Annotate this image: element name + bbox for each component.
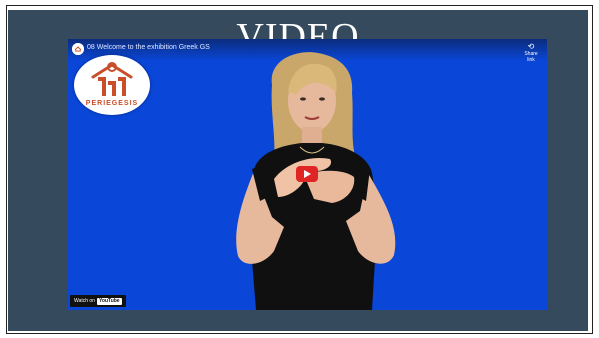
video-slide: VIDEO 08 Welcome to the exhibition Greek… [8, 10, 588, 331]
youtube-embed-player[interactable]: 08 Welcome to the exhibition Greek GS ⟲ … [68, 39, 547, 310]
watch-on-youtube-button[interactable]: Watch on YouTube [70, 295, 126, 307]
video-title[interactable]: 08 Welcome to the exhibition Greek GS [87, 44, 210, 51]
share-icon: ⟲ [527, 42, 535, 51]
youtube-logo: YouTube [96, 298, 122, 305]
logo-text: PERIEGESIS [85, 100, 139, 107]
play-button[interactable] [296, 166, 318, 182]
periegesis-logo: PERIEGESIS [74, 55, 150, 115]
house-logo-icon [91, 62, 133, 96]
share-label: Share link [524, 51, 538, 63]
share-button[interactable]: ⟲ Share link [521, 42, 541, 63]
channel-avatar[interactable] [72, 43, 84, 55]
watch-on-label: Watch on [74, 298, 95, 304]
